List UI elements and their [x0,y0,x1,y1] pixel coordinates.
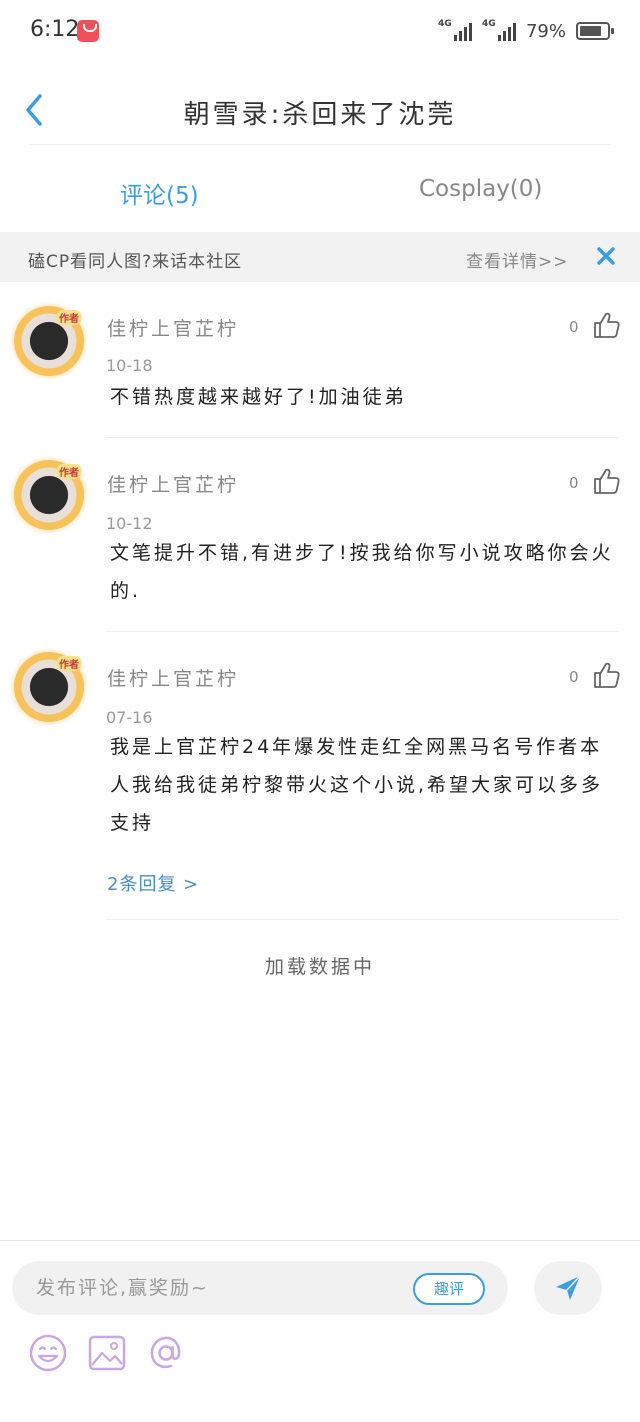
thumbs-up-icon[interactable] [592,660,622,690]
like-count: 0 [569,668,579,686]
comment-composer: 趣评 [0,1240,640,1422]
tab-bar: 评论(5) Cosplay(0) [0,146,640,232]
header: 朝雪录:杀回来了沈莞 [0,64,640,146]
loading-indicator: 加载数据中 [264,956,375,978]
tab-comments[interactable]: 评论(5) [120,176,199,210]
avatar[interactable] [14,306,84,376]
quping-button[interactable]: 趣评 [413,1273,485,1305]
banner-details-link[interactable]: 查看详情>> [466,247,569,272]
comment-date: 07-16 [106,708,153,727]
comment-username[interactable]: 佳柠上官芷柠 [107,470,239,497]
signal-icon-2: 4G [482,19,516,43]
header-divider [30,144,610,145]
battery-percent: 79% [525,20,566,42]
emoji-icon[interactable] [28,1333,68,1373]
promo-banner[interactable]: 磕CP看同人图?来话本社区 查看详情>> [0,232,640,282]
comment-username[interactable]: 佳柠上官芷柠 [107,664,239,691]
status-time: 6:12 [30,17,80,42]
comment-date: 10-12 [106,514,153,533]
send-icon [556,1275,581,1300]
image-icon[interactable] [87,1333,127,1373]
status-indicators: 4G 4G 79% [438,18,614,44]
tab-cosplay[interactable]: Cosplay(0) [419,176,542,202]
comment-username[interactable]: 佳柠上官芷柠 [107,314,239,341]
battery-icon [576,22,614,40]
comment-item: 佳柠上官芷柠 0 07-16 我是上官芷柠24年爆发性走红全网黑马名号作者本人我… [0,632,640,920]
close-icon[interactable] [594,244,618,268]
avatar[interactable] [14,460,84,530]
comment-item: 佳柠上官芷柠 0 10-12 文笔提升不错,有进步了!按我给你写小说攻略你会火的… [0,438,640,632]
network-type-label: 4G [437,19,452,29]
divider [106,919,618,920]
shopping-bag-icon [77,20,99,42]
thumbs-up-icon[interactable] [592,310,622,340]
comment-text: 不错热度越来越好了!加油徒弟 [110,386,407,408]
page-title: 朝雪录:杀回来了沈莞 [183,100,457,130]
banner-text: 磕CP看同人图?来话本社区 [28,252,243,272]
signal-icon: 4G [438,19,472,43]
avatar[interactable] [14,652,84,722]
status-bar: 6:12 4G 4G 79% [0,0,640,64]
battery-level [580,26,601,36]
network-type-label-2: 4G [481,19,496,29]
comment-text: 我是上官芷柠24年爆发性走红全网黑马名号作者本人我给我徒弟柠黎带火这个小说,希望… [110,736,604,834]
replies-link[interactable]: 2条回复 > [107,870,199,896]
like-count: 0 [569,474,579,492]
send-button[interactable] [534,1261,602,1315]
at-icon[interactable] [146,1333,186,1373]
comment-date: 10-18 [106,356,153,375]
comment-item: 佳柠上官芷柠 0 10-18 不错热度越来越好了!加油徒弟 [0,282,640,438]
comment-text: 文笔提升不错,有进步了!按我给你写小说攻略你会火的. [110,542,614,602]
like-count: 0 [569,318,579,336]
thumbs-up-icon[interactable] [592,466,622,496]
